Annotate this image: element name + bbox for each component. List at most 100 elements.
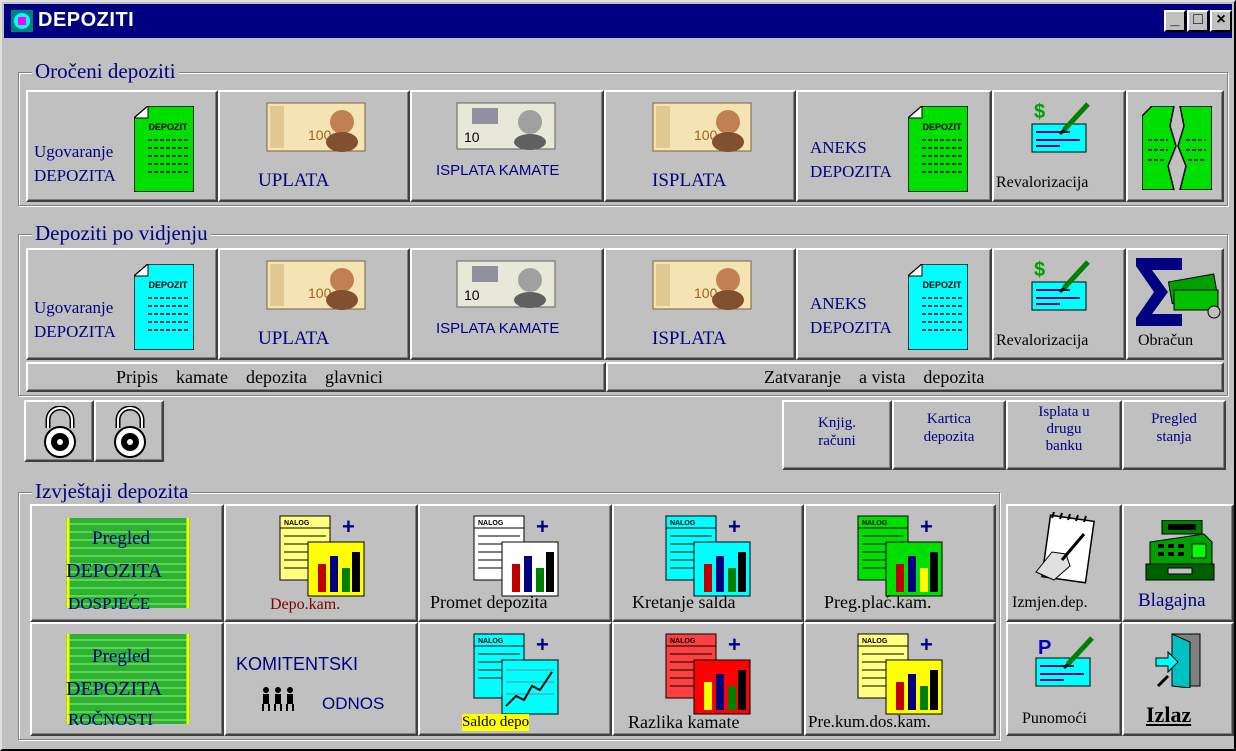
svg-text:NALOG: NALOG: [478, 638, 504, 645]
isplata-kamate-label: ISPLATA KAMATE: [436, 162, 560, 179]
window-title: DEPOZITI: [38, 9, 135, 31]
notepad-edit-icon: [1035, 512, 1095, 584]
pregled-dospjece-button[interactable]: Pregled DEPOZITA DOSPJEĆE: [30, 504, 224, 622]
uplata-label: UPLATA: [258, 170, 330, 191]
punomoci-label: Punomoći: [1022, 710, 1087, 727]
svg-text:P: P: [1038, 637, 1051, 659]
vidjenje-group-title: Depoziti po vidjenju: [32, 222, 211, 244]
depozita-label: DEPOZITA: [34, 322, 116, 341]
svg-text:NALOG: NALOG: [862, 520, 888, 527]
maximize-button[interactable]: □: [1187, 10, 1209, 32]
line-chart-report-icon: NALOG +: [473, 632, 559, 715]
padlock-icon: [44, 406, 76, 458]
report-chart-icon: NALOG +: [665, 514, 751, 597]
zatvaranje-label: Zatvaranje a vista depozita: [764, 367, 985, 387]
oroceni-raskid-button[interactable]: [1126, 90, 1224, 202]
obracun-label: Obračun: [1138, 332, 1194, 349]
cheque-icon: $: [1031, 101, 1090, 153]
racuni-label: računi: [818, 433, 856, 449]
knjig-racuni-button[interactable]: Knjig. računi: [782, 400, 892, 470]
svg-text:$: $: [1034, 259, 1045, 281]
promet-depozita-button[interactable]: NALOG + Promet depozita: [418, 504, 612, 622]
pregled-stanja-button[interactable]: Pregled stanja: [1122, 400, 1226, 470]
vidjenje-isplata-button[interactable]: 100 ISPLATA: [604, 248, 796, 360]
punomoci-button[interactable]: P Punomoći: [1006, 622, 1122, 736]
exit-door-icon: [1155, 633, 1201, 688]
ugovaranje-label: Ugovaranje: [34, 298, 114, 317]
banknote-100-icon: 100: [652, 102, 752, 152]
depo-kam-label: Depo.kam.: [270, 596, 341, 613]
zatvaranje-button[interactable]: Zatvaranje a vista depozita: [606, 362, 1224, 392]
svg-text:NALOG: NALOG: [284, 520, 310, 527]
svg-text:DEPOZIT: DEPOZIT: [148, 122, 188, 132]
promet-depozita-label: Promet depozita: [430, 592, 548, 612]
svg-text:+: +: [728, 632, 741, 657]
oroceni-revalorizacija-button[interactable]: $ Revalorizacija: [992, 90, 1126, 202]
pre-kum-dos-kam-label: Pre.kum.dos.kam.: [808, 712, 931, 731]
oroceni-isplata-kamate-button[interactable]: 10 ISPLATA KAMATE: [410, 90, 604, 202]
report-chart-icon: NALOG +: [857, 514, 943, 597]
izlaz-button[interactable]: Izlaz: [1122, 622, 1234, 736]
odnos-label: ODNOS: [322, 694, 385, 713]
close-button[interactable]: ×: [1210, 10, 1232, 32]
vidjenje-ugovaranje-button[interactable]: DEPOZIT Ugovaranje DEPOZITA: [26, 248, 218, 360]
oroceni-uplata-button[interactable]: 100 UPLATA: [218, 90, 410, 202]
svg-text:NALOG: NALOG: [862, 638, 888, 645]
komitentski-odnos-button[interactable]: KOMITENTSKI ODNOS: [224, 622, 418, 736]
svg-text:NALOG: NALOG: [670, 638, 696, 645]
oroceni-isplata-button[interactable]: 100 ISPLATA: [604, 90, 796, 202]
razlika-kamate-label: Razlika kamate: [628, 712, 740, 732]
vidjenje-aneks-button[interactable]: DEPOZIT ANEKS DEPOZITA: [796, 248, 992, 360]
lock-button-2[interactable]: [94, 400, 164, 462]
contract-document-icon: DEPOZIT: [908, 106, 968, 192]
svg-text:+: +: [728, 514, 741, 539]
dospjece-label: DOSPJEĆE: [68, 594, 151, 613]
rocnosti-label: ROČNOSTI: [68, 710, 154, 729]
depozita-label: DEPOZITA: [66, 678, 163, 700]
banknote-100-icon: 100: [266, 260, 366, 310]
depozita-label: DEPOZITA: [66, 560, 163, 582]
contract-document-icon: DEPOZIT: [134, 264, 194, 350]
izlaz-mnemonic: Izlaz: [1146, 702, 1192, 727]
pre-kum-dos-kam-button[interactable]: NALOG + Pre.kum.dos.kam.: [804, 622, 996, 736]
pripis-kamate-button[interactable]: Pripis kamate depozita glavnici: [26, 362, 606, 392]
report-chart-icon: NALOG +: [473, 514, 559, 597]
depozita-label: DEPOZITA: [34, 166, 116, 185]
svg-text:NALOG: NALOG: [670, 520, 696, 527]
title-bar[interactable]: DEPOZITI _ □ ×: [4, 4, 1232, 38]
vidjenje-uplata-button[interactable]: 100 UPLATA: [218, 248, 410, 360]
depo-kam-button[interactable]: NALOG + Depo.kam.: [224, 504, 418, 622]
kretanje-salda-button[interactable]: NALOG + Kretanje salda: [612, 504, 804, 622]
kretanje-salda-label: Kretanje salda: [632, 592, 736, 612]
svg-text:+: +: [920, 514, 933, 539]
vidjenje-isplata-kamate-button[interactable]: 10 ISPLATA KAMATE: [410, 248, 604, 360]
isplata-druga-banka-button[interactable]: Isplata u drugu banku: [1006, 400, 1122, 470]
report-chart-icon: NALOG +: [665, 632, 751, 715]
stanja-label: stanja: [1156, 429, 1192, 445]
banknote-10-icon: 10: [456, 102, 556, 150]
oroceni-ugovaranje-button[interactable]: DEPOZIT Ugovaranje DEPOZITA: [26, 90, 218, 202]
izmjen-dep-button[interactable]: Izmjen.dep.: [1006, 504, 1122, 622]
drugu-label: drugu: [1046, 421, 1082, 437]
oroceni-aneks-button[interactable]: DEPOZIT ANEKS DEPOZITA: [796, 90, 992, 202]
report-chart-icon: NALOG +: [857, 632, 943, 715]
preg-plac-kam-label: Preg.plać.kam.: [824, 592, 932, 612]
cash-register-icon: [1145, 520, 1215, 581]
minimize-button[interactable]: _: [1164, 10, 1186, 32]
contract-document-icon: DEPOZIT: [908, 264, 968, 350]
revalorizacija-label: Revalorizacija: [996, 174, 1089, 191]
blagajna-button[interactable]: Blagajna: [1122, 504, 1234, 622]
pregled-rocnosti-button[interactable]: Pregled DEPOZITA ROČNOSTI: [30, 622, 224, 736]
kartica-depozita-button[interactable]: Kartica depozita: [892, 400, 1006, 470]
razlika-kamate-button[interactable]: NALOG + Razlika kamate: [612, 622, 804, 736]
vidjenje-obracun-button[interactable]: Obračun: [1126, 248, 1224, 360]
banku-label: banku: [1045, 438, 1083, 454]
depoziti-window: DEPOZITI _ □ × Oročeni depoziti DEPOZIT …: [0, 0, 1236, 751]
lock-button-1[interactable]: [24, 400, 94, 462]
saldo-depo-button[interactable]: NALOG + Saldo depo: [418, 622, 612, 736]
vidjenje-revalorizacija-button[interactable]: $ Revalorizacija: [992, 248, 1126, 360]
preg-plac-kam-button[interactable]: NALOG + Preg.plać.kam.: [804, 504, 996, 622]
depozita-label: depozita: [923, 429, 975, 445]
svg-text:+: +: [536, 514, 549, 539]
revalorizacija-label: Revalorizacija: [996, 332, 1089, 349]
